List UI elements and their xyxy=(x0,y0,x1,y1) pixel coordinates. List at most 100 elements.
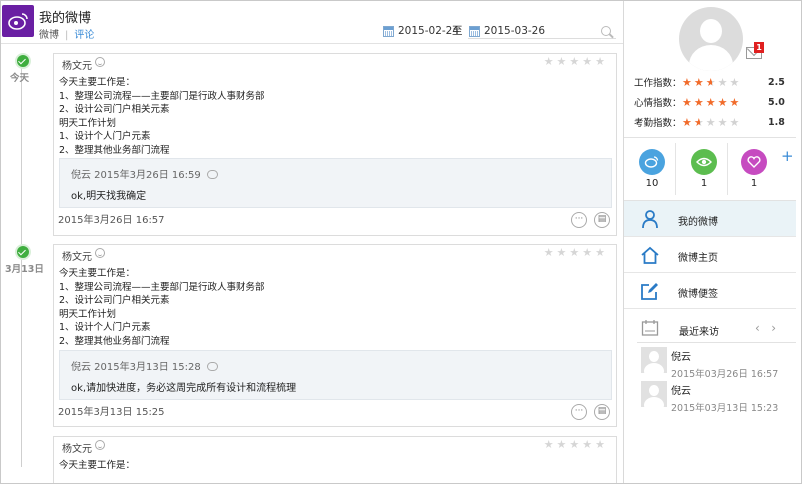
view-count: 1 xyxy=(700,178,708,189)
reply-meta: 倪云 2015年3月26日 16:59 xyxy=(71,170,201,181)
smile-icon[interactable] xyxy=(95,248,105,258)
post-body: 今天主要工作是： 1、整理公司流程——主要部门是行政人事财务部 2、设计公司门户… xyxy=(59,77,265,156)
timeline-label-today: 今天 xyxy=(10,73,30,84)
visitor-name[interactable]: 倪云 xyxy=(671,382,691,397)
like-count-button[interactable] xyxy=(741,149,767,175)
timeline-check-icon xyxy=(15,53,31,69)
post-body: 今天主要工作是： xyxy=(59,460,136,471)
rating-value: 1.8 xyxy=(768,116,785,128)
weibo-count: 10 xyxy=(645,178,659,189)
post-time: 2015年3月13日 15:25 xyxy=(58,407,165,418)
reply-box: 倪云 2015年3月26日 16:59 ok,明天找我确定 xyxy=(59,158,612,208)
home-icon xyxy=(641,246,659,264)
header-divider xyxy=(1,43,623,44)
eye-icon xyxy=(696,157,712,167)
comment-icon[interactable] xyxy=(206,362,218,371)
view-count-button[interactable] xyxy=(691,149,717,175)
divider xyxy=(727,143,728,195)
weibo-logo xyxy=(2,5,34,37)
avatar[interactable] xyxy=(679,7,743,71)
visitor-time: 2015年03月26日 16:57 xyxy=(671,369,779,380)
rating-mood: 心情指数： ★★★★★ 5.0 xyxy=(634,95,785,110)
post-rating-stars[interactable]: ★★★★★ xyxy=(544,246,608,259)
add-icon[interactable]: + xyxy=(781,147,794,165)
menu-label: 微博便签 xyxy=(678,289,718,300)
calendar-icon[interactable] xyxy=(383,25,394,37)
tab-weibo[interactable]: 微博 xyxy=(39,30,59,41)
document-icon[interactable]: ▤ xyxy=(594,212,610,228)
tab-divider: | xyxy=(65,30,69,41)
divider xyxy=(624,137,796,138)
divider xyxy=(637,342,796,343)
post-body: 今天主要工作是： 1、整理公司流程——主要部门是行政人事财务部 2、设计公司门户… xyxy=(59,268,265,347)
post-author[interactable]: 杨文元 xyxy=(62,440,92,455)
post-time: 2015年3月26日 16:57 xyxy=(58,215,165,226)
visitor-time: 2015年03月13日 15:23 xyxy=(671,403,779,414)
visitor-avatar[interactable] xyxy=(641,347,667,373)
timeline-label-date: 3月13日 xyxy=(5,264,44,275)
rating-stars: ★★★★★ xyxy=(682,95,742,109)
page-title: 我的微博 xyxy=(39,11,92,26)
more-icon[interactable]: ··· xyxy=(571,404,587,420)
smile-icon[interactable] xyxy=(95,57,105,67)
visitor-name[interactable]: 倪云 xyxy=(671,348,691,363)
prev-arrow-icon[interactable]: ‹ xyxy=(755,321,760,335)
reply-box: 倪云 2015年3月13日 15:28 ok,请加快进度，务必这周完成所有设计和… xyxy=(59,350,612,400)
rating-attendance: 考勤指数： ★★★★★ 1.8 xyxy=(634,115,785,130)
date-separator: 至 xyxy=(452,25,463,37)
recent-visitors-title: 最近来访 xyxy=(679,327,719,338)
timeline-check-icon xyxy=(15,244,31,260)
smile-icon[interactable] xyxy=(95,440,105,450)
rating-label: 工作指数： xyxy=(634,78,682,89)
weibo-logo-icon xyxy=(8,13,28,30)
divider xyxy=(675,143,676,195)
reply-header: 倪云 2015年3月26日 16:59 xyxy=(71,166,218,181)
reply-meta: 倪云 2015年3月13日 15:28 xyxy=(71,362,201,373)
like-count: 1 xyxy=(750,178,758,189)
post-author[interactable]: 杨文元 xyxy=(62,57,92,72)
rating-stars: ★★★★★ xyxy=(682,75,742,89)
menu-weibo-home[interactable]: 微博主页 xyxy=(624,237,796,273)
reply-text: ok,请加快进度，务必这周完成所有设计和流程梳理 xyxy=(71,383,297,394)
post-card: 杨文元 ★★★★★ 今天主要工作是： 1、整理公司流程——主要部门是行政人事财务… xyxy=(53,244,617,427)
recent-nav: ‹ › xyxy=(755,321,776,335)
rating-label: 考勤指数： xyxy=(634,118,682,129)
sub-tabs: 微博 | 评论 xyxy=(39,26,94,41)
rating-value: 5.0 xyxy=(768,96,785,108)
reply-text: ok,明天找我确定 xyxy=(71,191,147,202)
post-card: 杨文元 ★★★★★ 今天主要工作是： 1、整理公司流程——主要部门是行政人事财务… xyxy=(53,53,617,236)
more-icon[interactable]: ··· xyxy=(571,212,587,228)
heart-icon xyxy=(747,156,761,168)
weibo-window: 我的微博 微博 | 评论 2015-02-24 至 2015-03-26 今天 3月… xyxy=(0,0,802,484)
date-from-value: 2015-02-24 xyxy=(398,25,460,37)
menu-my-weibo[interactable]: 我的微博 xyxy=(624,201,796,237)
calendar-icon xyxy=(641,320,659,336)
search-icon[interactable] xyxy=(601,26,611,36)
post-author[interactable]: 杨文元 xyxy=(62,248,92,263)
rating-label: 心情指数： xyxy=(634,98,682,109)
menu-weibo-notes[interactable]: 微博便签 xyxy=(624,273,796,309)
date-to-field[interactable]: 2015-03-26 xyxy=(469,23,545,39)
date-from-field[interactable]: 2015-02-24 xyxy=(383,23,459,39)
comment-icon[interactable] xyxy=(206,170,218,179)
rating-value: 2.5 xyxy=(768,76,785,88)
document-icon[interactable]: ▤ xyxy=(594,404,610,420)
date-to-value: 2015-03-26 xyxy=(484,25,546,37)
edit-icon xyxy=(641,283,658,300)
post-card: 杨文元 ★★★★★ 今天主要工作是： xyxy=(53,436,617,483)
post-rating-stars[interactable]: ★★★★★ xyxy=(544,55,608,68)
next-arrow-icon[interactable]: › xyxy=(771,321,776,335)
reply-header: 倪云 2015年3月13日 15:28 xyxy=(71,358,218,373)
rating-work: 工作指数： ★★★★★ 2.5 xyxy=(634,75,785,90)
rating-stars: ★★★★★ xyxy=(682,115,742,129)
menu-label: 微博主页 xyxy=(678,253,718,264)
person-icon xyxy=(642,210,658,229)
calendar-icon[interactable] xyxy=(469,25,480,37)
tab-comments[interactable]: 评论 xyxy=(74,30,94,41)
menu-label: 我的微博 xyxy=(678,217,718,228)
visitor-avatar[interactable] xyxy=(641,381,667,407)
post-rating-stars[interactable]: ★★★★★ xyxy=(544,438,608,451)
weibo-count-button[interactable] xyxy=(639,149,665,175)
weibo-icon xyxy=(644,156,659,168)
search-input[interactable] xyxy=(468,38,616,39)
